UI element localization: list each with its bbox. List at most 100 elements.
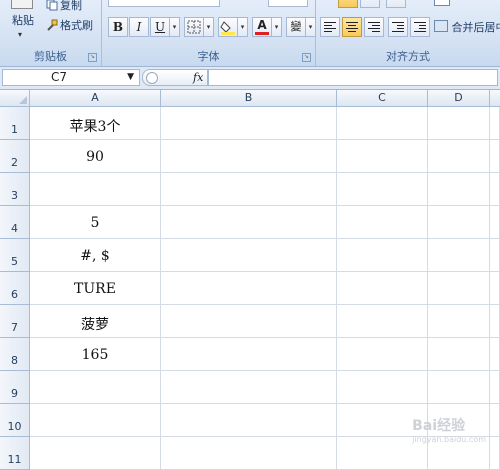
cell-c3[interactable] [337,173,428,206]
cell-e9[interactable] [490,371,500,404]
cell-d5[interactable] [428,239,490,272]
column-header-c[interactable]: C [337,90,428,107]
cell-e11[interactable] [490,437,500,470]
cell-a5[interactable]: #, $ [30,239,161,272]
cell-b4[interactable] [161,206,337,239]
format-painter-button[interactable]: 格式刷 [46,17,93,33]
cell-e3[interactable] [490,173,500,206]
cell-b3[interactable] [161,173,337,206]
cell-b8[interactable] [161,338,337,371]
border-dropdown[interactable]: ▾ [204,17,214,37]
cell-e10[interactable] [490,404,500,437]
cell-b1[interactable] [161,107,337,140]
cell-d3[interactable] [428,173,490,206]
font-name-input[interactable] [108,0,220,7]
middle-align-button[interactable] [338,0,358,8]
row-header[interactable]: 9 [0,371,30,404]
cell-e7[interactable] [490,305,500,338]
paste-button[interactable]: 粘贴 ▾ [0,0,42,46]
formula-input[interactable] [208,69,498,86]
cell-e2[interactable] [490,140,500,173]
row-header[interactable]: 7 [0,305,30,338]
formula-bar-toggle-icon[interactable] [146,72,158,84]
copy-button[interactable]: 复制 [46,0,82,13]
cell-a7[interactable]: 菠萝 [30,305,161,338]
orientation-button[interactable] [386,0,406,8]
cell-a9[interactable] [30,371,161,404]
cell-a1[interactable]: 苹果3个 [30,107,161,140]
cell-d2[interactable] [428,140,490,173]
row-header[interactable]: 6 [0,272,30,305]
cell-e6[interactable] [490,272,500,305]
cell-a10[interactable] [30,404,161,437]
cell-b10[interactable] [161,404,337,437]
cell-c8[interactable] [337,338,428,371]
font-size-input[interactable] [268,0,308,7]
cell-b9[interactable] [161,371,337,404]
cell-e5[interactable] [490,239,500,272]
cell-c4[interactable] [337,206,428,239]
chevron-down-icon[interactable]: ▼ [127,70,134,85]
row-header[interactable]: 2 [0,140,30,173]
name-box[interactable]: C7 ▼ [2,69,140,86]
cell-d7[interactable] [428,305,490,338]
row-header[interactable]: 8 [0,338,30,371]
cell-e1[interactable] [490,107,500,140]
align-right-button[interactable] [364,17,384,37]
cell-e8[interactable] [490,338,500,371]
chevron-down-icon[interactable]: ▾ [18,30,22,39]
increase-indent-button[interactable] [410,17,430,37]
cell-d4[interactable] [428,206,490,239]
column-header-e[interactable] [490,90,500,107]
cell-c7[interactable] [337,305,428,338]
cell-d9[interactable] [428,371,490,404]
border-button[interactable] [184,17,204,37]
wrap-text-icon[interactable] [434,0,450,6]
font-color-dropdown[interactable]: ▾ [272,17,282,37]
row-header[interactable]: 4 [0,206,30,239]
row-header[interactable]: 1 [0,107,30,140]
cell-b7[interactable] [161,305,337,338]
underline-button[interactable]: U [150,17,170,37]
row-header[interactable]: 10 [0,404,30,437]
row-header[interactable]: 5 [0,239,30,272]
cell-d6[interactable] [428,272,490,305]
fill-color-button[interactable] [218,17,238,37]
align-center-button[interactable] [342,17,362,37]
insert-function-button[interactable]: fx [193,70,203,85]
font-color-button[interactable]: A [252,17,272,37]
cell-e4[interactable] [490,206,500,239]
cell-a2[interactable]: 90 [30,140,161,173]
cell-c5[interactable] [337,239,428,272]
cell-b5[interactable] [161,239,337,272]
cell-a8[interactable]: 165 [30,338,161,371]
decrease-indent-button[interactable] [388,17,408,37]
cell-a11[interactable] [30,437,161,470]
dialog-launcher-icon[interactable]: ↘ [88,53,97,62]
cell-c9[interactable] [337,371,428,404]
cell-b6[interactable] [161,272,337,305]
cell-c1[interactable] [337,107,428,140]
merge-center-button[interactable]: 合并后居中 [434,19,500,35]
italic-button[interactable]: I [129,17,149,37]
row-header[interactable]: 11 [0,437,30,470]
cell-d8[interactable] [428,338,490,371]
cell-a3[interactable] [30,173,161,206]
bottom-align-button[interactable] [360,0,380,8]
cell-b2[interactable] [161,140,337,173]
cell-c2[interactable] [337,140,428,173]
cell-c6[interactable] [337,272,428,305]
phonetic-button[interactable]: 變 [286,17,306,37]
phonetic-dropdown[interactable]: ▾ [306,17,316,37]
column-header-b[interactable]: B [161,90,337,107]
align-left-button[interactable] [320,17,340,37]
cell-a6[interactable]: TURE [30,272,161,305]
underline-dropdown[interactable]: ▾ [170,17,180,37]
select-all-button[interactable] [0,90,30,107]
cell-a4[interactable]: 5 [30,206,161,239]
row-header[interactable]: 3 [0,173,30,206]
column-header-a[interactable]: A [30,90,161,107]
cell-b11[interactable] [161,437,337,470]
dialog-launcher-icon[interactable]: ↘ [302,53,311,62]
cell-d1[interactable] [428,107,490,140]
